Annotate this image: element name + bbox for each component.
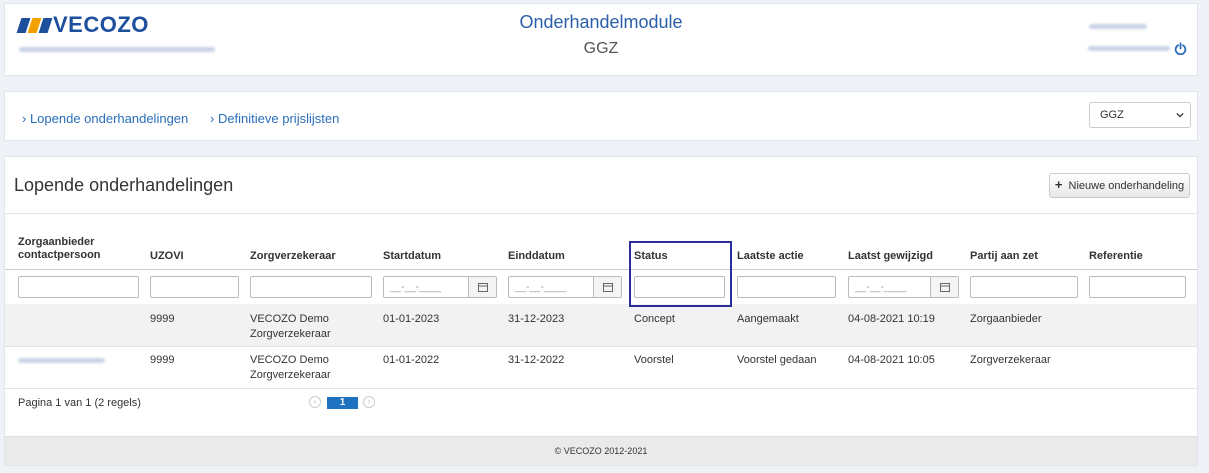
plus-icon: + — [1054, 177, 1063, 192]
nav-link-lopende-onderhandelingen[interactable]: › Lopende onderhandelingen — [22, 111, 188, 126]
filter-einddatum-input[interactable]: __-__-____ — [508, 276, 622, 298]
laatst-gewijzigd-placeholder: __-__-____ — [855, 282, 907, 293]
cell-einddatum: 31-12-2023 — [508, 313, 565, 325]
cell-zorgverzekeraar: VECOZO Demo Zorgverzekeraar — [250, 313, 331, 340]
filter-zorgverzekeraar-input[interactable] — [250, 276, 372, 298]
filter-uzovi-input[interactable] — [150, 276, 239, 298]
filter-referentie-input[interactable] — [1089, 276, 1186, 298]
header-divider — [5, 269, 1197, 270]
user-name-redacted — [1089, 24, 1147, 29]
column-header-contactpersoon[interactable]: Zorgaanbieder contactpersoon — [18, 236, 128, 262]
heading-divider — [5, 213, 1197, 214]
column-header-laatst-gewijzigd[interactable]: Laatst gewijzigd — [848, 250, 933, 263]
footer: © VECOZO 2012-2021 — [5, 436, 1197, 465]
column-header-zorgverzekeraar[interactable]: Zorgverzekeraar — [250, 250, 336, 263]
cell-startdatum: 01-01-2022 — [383, 354, 440, 366]
app-subtitle: GGZ — [583, 40, 619, 57]
column-header-laatste-actie[interactable]: Laatste actie — [737, 250, 804, 263]
cell-startdatum: 01-01-2023 — [383, 313, 440, 325]
column-header-referentie[interactable]: Referentie — [1089, 250, 1143, 263]
pager-page-1[interactable]: 1 — [327, 397, 358, 409]
cell-einddatum: 31-12-2022 — [508, 354, 565, 366]
cell-laatste-actie: Voorstel gedaan — [737, 354, 817, 366]
cell-partij-aan-zet: Zorgaanbieder — [970, 313, 1042, 325]
pager-next-button[interactable]: › — [363, 396, 375, 408]
column-header-partij-aan-zet[interactable]: Partij aan zet — [970, 250, 1038, 263]
einddatum-placeholder: __-__-____ — [515, 282, 567, 293]
pager-prev-button[interactable]: ‹ — [309, 396, 321, 408]
cell-uzovi: 9999 — [150, 354, 175, 366]
column-header-einddatum[interactable]: Einddatum — [508, 250, 565, 263]
laatst-gewijzigd-calendar-button[interactable] — [930, 277, 958, 297]
row-divider — [5, 388, 1197, 389]
cell-status: Concept — [634, 313, 675, 325]
cell-status: Voorstel — [634, 354, 674, 366]
cell-contactpersoon-redacted — [18, 358, 105, 363]
cell-laatste-actie: Aangemaakt — [737, 313, 799, 325]
user-email-redacted — [1088, 46, 1170, 51]
cell-uzovi: 9999 — [150, 313, 175, 325]
calendar-icon — [603, 283, 613, 292]
cell-laatst-gewijzigd: 04-08-2021 10:05 — [848, 354, 935, 366]
header-panel: VECOZO Onderhandelmodule GGZ — [4, 3, 1198, 76]
startdatum-placeholder: __-__-____ — [390, 282, 442, 293]
startdatum-calendar-button[interactable] — [468, 277, 496, 297]
navigation-panel: › Lopende onderhandelingen › Definitieve… — [4, 91, 1198, 141]
status-column-highlight — [629, 241, 732, 307]
filter-startdatum-input[interactable]: __-__-____ — [383, 276, 497, 298]
calendar-icon — [478, 283, 488, 292]
filter-contactpersoon-input[interactable] — [18, 276, 139, 298]
chevron-down-icon — [1176, 112, 1184, 118]
app-title: Onderhandelmodule — [519, 12, 683, 32]
zorgsoort-select[interactable]: GGZ — [1089, 102, 1191, 128]
new-negotiation-label: Nieuwe onderhandeling — [1068, 180, 1185, 192]
einddatum-calendar-button[interactable] — [593, 277, 621, 297]
calendar-icon — [940, 283, 950, 292]
cell-partij-aan-zet: Zorgverzekeraar — [970, 354, 1051, 366]
zorgsoort-select-value: GGZ — [1100, 109, 1124, 121]
filter-partij-input[interactable] — [970, 276, 1078, 298]
nav-link-definitieve-prijslijsten[interactable]: › Definitieve prijslijsten — [210, 111, 339, 126]
cell-zorgverzekeraar: VECOZO Demo Zorgverzekeraar — [250, 354, 331, 381]
filter-laatst-gewijzigd-input[interactable]: __-__-____ — [848, 276, 959, 298]
onderhandelingen-panel: Lopende onderhandelingen + Nieuwe onderh… — [4, 156, 1198, 466]
column-header-uzovi[interactable]: UZOVI — [150, 250, 184, 263]
new-negotiation-button[interactable]: + Nieuwe onderhandeling — [1049, 173, 1190, 198]
row-divider — [5, 346, 1197, 347]
pager-info: Pagina 1 van 1 (2 regels) — [18, 397, 141, 409]
cell-laatst-gewijzigd: 04-08-2021 10:19 — [848, 313, 935, 325]
page-title: Lopende onderhandelingen — [14, 175, 234, 195]
power-icon[interactable] — [1174, 42, 1187, 55]
filter-laatste-actie-input[interactable] — [737, 276, 836, 298]
column-header-startdatum[interactable]: Startdatum — [383, 250, 441, 263]
